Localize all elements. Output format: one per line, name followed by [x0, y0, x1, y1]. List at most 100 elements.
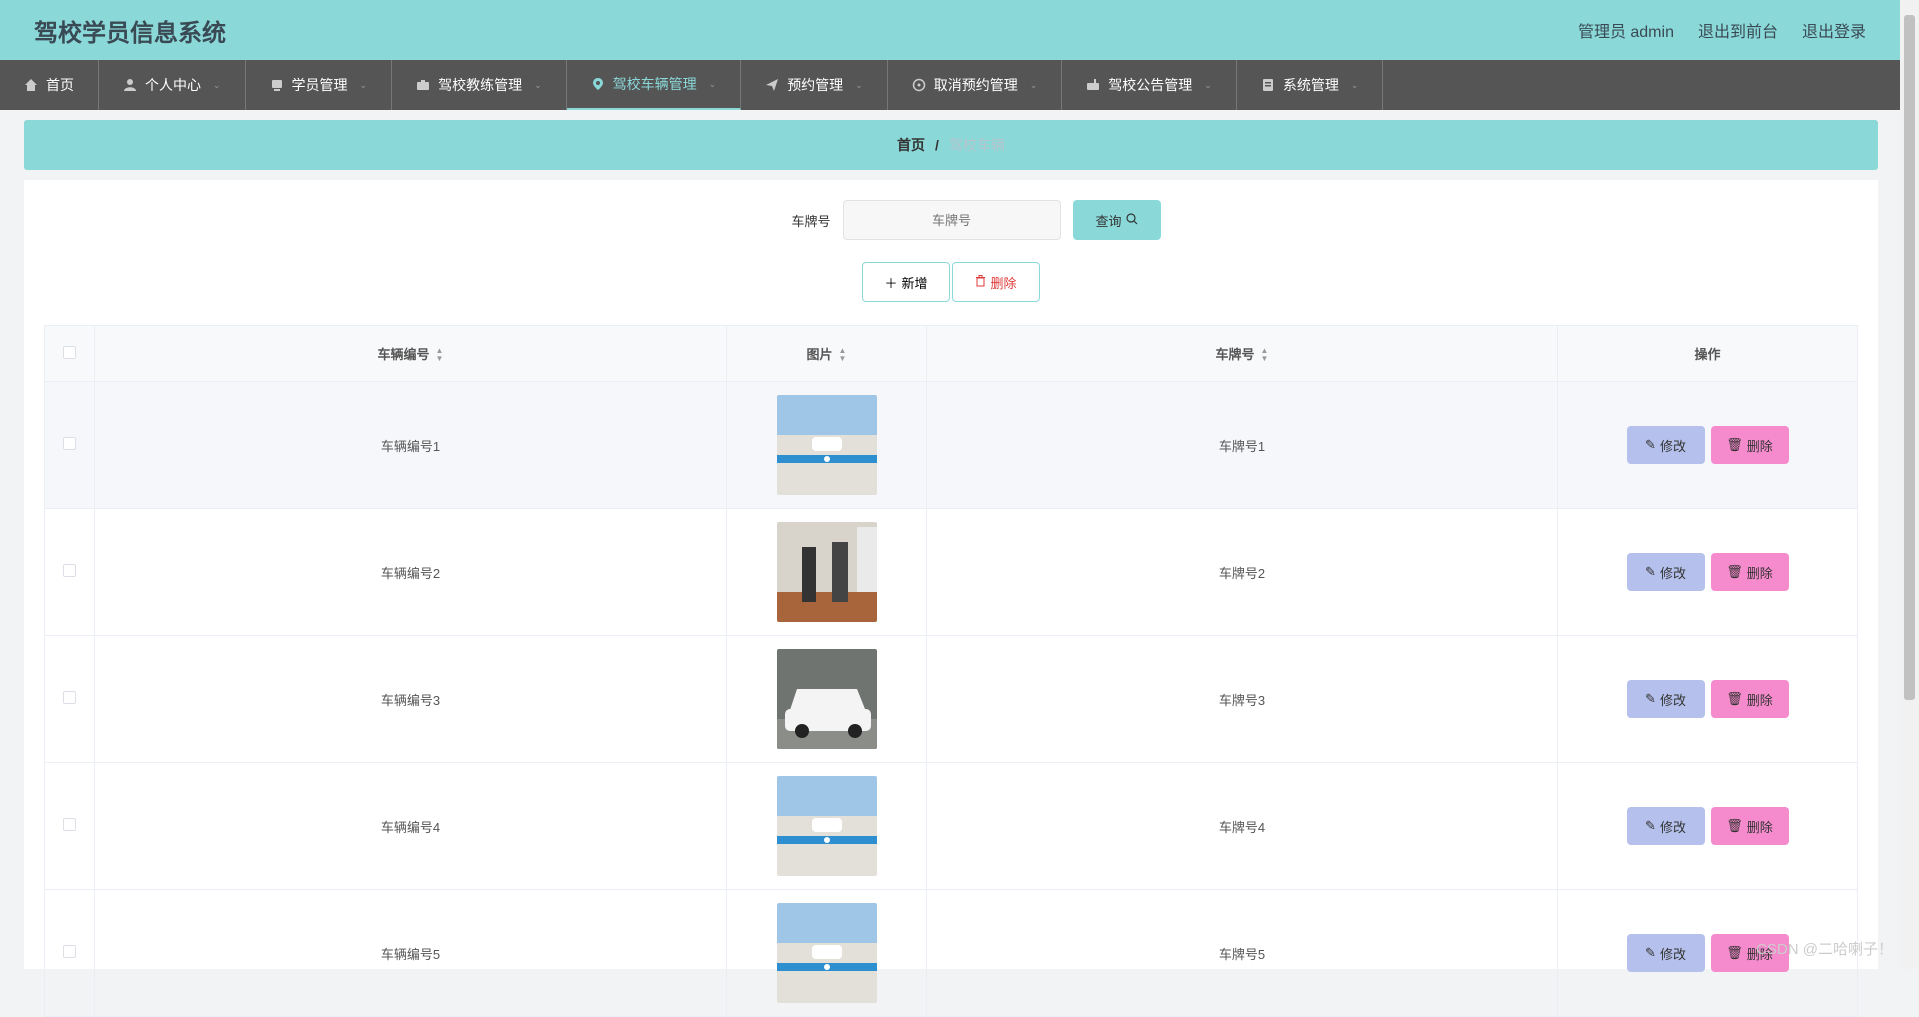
- edit-icon: ✎: [1645, 818, 1656, 833]
- table-row: 车辆编号4 车牌号4 ✎ 修改 🗑 删除: [44, 762, 1858, 890]
- plus-icon: ＋: [884, 275, 898, 291]
- edit-button[interactable]: ✎ 修改: [1626, 680, 1705, 718]
- trash-icon: 🗑: [1726, 818, 1743, 833]
- row-checkbox[interactable]: [63, 437, 76, 450]
- chevron-down-icon: ⌄: [359, 79, 368, 90]
- briefcase-icon: [416, 78, 430, 92]
- plate-cell: 车牌号5: [926, 889, 1558, 1017]
- row-checkbox[interactable]: [63, 691, 76, 704]
- sort-icon[interactable]: ▲ ▼: [436, 347, 444, 363]
- vehicle-image: [776, 903, 877, 1003]
- chevron-down-icon: ⌄: [1029, 79, 1038, 90]
- select-all-checkbox[interactable]: [63, 345, 76, 359]
- trash-icon: 🗑: [1726, 691, 1743, 706]
- edit-icon: ✎: [1645, 945, 1656, 960]
- system-icon: [1261, 78, 1275, 92]
- row-checkbox[interactable]: [63, 945, 76, 958]
- scrollbar-thumb[interactable]: [1904, 15, 1915, 700]
- delete-button[interactable]: 🗑 删除: [1710, 807, 1789, 845]
- vehicle-image: [776, 522, 877, 622]
- edit-button[interactable]: ✎ 修改: [1626, 934, 1705, 972]
- nav-item-coaches[interactable]: 驾校教练管理 ⌄: [392, 60, 567, 110]
- delete-button[interactable]: 🗑 删除: [1710, 553, 1789, 591]
- edit-icon: ✎: [1645, 437, 1656, 452]
- nav-item-label: 驾校教练管理: [438, 77, 523, 93]
- mailbox-icon: [1086, 78, 1100, 92]
- sort-icon[interactable]: ▲ ▼: [839, 347, 847, 363]
- column-header-image[interactable]: 图片 ▲ ▼: [726, 325, 927, 382]
- nav-item-label: 个人中心: [145, 77, 201, 93]
- chevron-down-icon: ⌄: [1350, 79, 1359, 90]
- plate-cell: 车牌号1: [926, 381, 1558, 509]
- vehicle-no-cell: 车辆编号4: [94, 762, 727, 890]
- nav-item-label: 驾校车辆管理: [612, 76, 697, 92]
- vehicle-no-cell: 车辆编号3: [94, 635, 727, 763]
- header-links: 管理员 admin 退出到前台 退出登录: [1578, 18, 1866, 42]
- watermark: CSDN @二哈喇子！: [1756, 941, 1893, 958]
- nav-item-cancel-reservations[interactable]: 取消预约管理 ⌄: [888, 60, 1063, 110]
- column-header-plate[interactable]: 车牌号 ▲ ▼: [926, 325, 1558, 382]
- nav-item-home[interactable]: 首页: [0, 60, 99, 110]
- table-row: 车辆编号5 车牌号5 ✎ 修改 🗑 删除: [44, 889, 1858, 1017]
- nav-item-personal[interactable]: 个人中心 ⌄: [99, 60, 246, 110]
- edit-button[interactable]: ✎ 修改: [1626, 426, 1705, 464]
- delete-button[interactable]: 🗑 删除: [1710, 426, 1789, 464]
- main-nav: 首页 个人中心 ⌄ 学员管理 ⌄ 驾校教练管理 ⌄ 驾校车辆管理 ⌄ 预约管理 …: [0, 60, 1900, 110]
- logout-link[interactable]: 退出登录: [1802, 18, 1866, 42]
- nav-item-students[interactable]: 学员管理 ⌄: [246, 60, 393, 110]
- content-panel: 车牌号 查询 ＋ 新增 删除 车辆编号▲▼ 图片▲▼ 车牌号▲▼ 操作: [24, 180, 1878, 1017]
- nav-item-label: 预约管理: [787, 77, 844, 93]
- trash-icon: 🗑: [1726, 945, 1743, 960]
- chevron-down-icon: ⌄: [855, 79, 863, 90]
- top-header: 驾校学员信息系统 管理员 admin 退出到前台 退出登录: [0, 0, 1900, 60]
- table-header-row: 车辆编号 ▲ ▼ 图片 ▲ ▼ 车牌号 ▲ ▼ 操作: [44, 325, 1858, 382]
- delete-button[interactable]: 🗑 删除: [1710, 680, 1789, 718]
- trash-icon: 🗑: [1726, 564, 1743, 579]
- nav-item-vehicles[interactable]: 驾校车辆管理 ⌄: [566, 60, 742, 110]
- nav-item-label: 学员管理: [291, 77, 348, 93]
- vertical-scrollbar[interactable]: [1900, 0, 1919, 969]
- nav-item-notices[interactable]: 驾校公告管理 ⌄: [1062, 60, 1237, 110]
- table-row: 车辆编号1 车牌号1 ✎ 修改 🗑 删除: [44, 381, 1858, 509]
- query-button[interactable]: 查询: [1072, 200, 1161, 240]
- breadcrumb: 首页 / 驾校车辆: [24, 120, 1878, 170]
- row-checkbox[interactable]: [63, 564, 76, 577]
- plate-search-label: 车牌号: [791, 213, 831, 229]
- plate-cell: 车牌号3: [926, 635, 1558, 763]
- chevron-down-icon: ⌄: [213, 79, 221, 90]
- edit-button[interactable]: ✎ 修改: [1626, 553, 1705, 591]
- app-title: 驾校学员信息系统: [34, 19, 226, 47]
- batch-delete-button[interactable]: 删除: [952, 262, 1040, 302]
- nav-item-label: 取消预约管理: [933, 77, 1018, 93]
- chevron-down-icon: ⌄: [1204, 79, 1212, 90]
- nav-item-reservations[interactable]: 预约管理 ⌄: [741, 60, 888, 110]
- breadcrumb-current: 驾校车辆: [948, 137, 1005, 153]
- nav-item-system[interactable]: 系统管理 ⌄: [1237, 60, 1384, 110]
- vehicle-image: [776, 776, 877, 876]
- query-button-label: 查询: [1095, 213, 1122, 229]
- edit-icon: ✎: [1645, 564, 1656, 579]
- location-icon: [591, 77, 605, 91]
- to-frontend-link[interactable]: 退出到前台: [1698, 18, 1778, 42]
- trash-icon: 🗑: [1726, 437, 1743, 452]
- chevron-down-icon: ⌄: [708, 78, 717, 89]
- vehicle-image: [776, 649, 877, 749]
- trash-icon: [975, 274, 986, 290]
- vehicle-no-cell: 车辆编号5: [94, 889, 727, 1017]
- table-row: 车辆编号2 车牌号2 ✎ 修改 🗑 删除: [44, 508, 1858, 636]
- sort-icon[interactable]: ▲ ▼: [1261, 347, 1269, 363]
- search-icon: [1125, 212, 1138, 228]
- vehicle-no-cell: 车辆编号2: [94, 508, 727, 636]
- row-checkbox[interactable]: [63, 818, 76, 831]
- breadcrumb-home[interactable]: 首页: [897, 135, 925, 155]
- add-button[interactable]: ＋ 新增: [862, 262, 950, 302]
- plate-search-input[interactable]: [842, 200, 1061, 240]
- column-header-actions: 操作: [1557, 325, 1858, 382]
- edit-button[interactable]: ✎ 修改: [1626, 807, 1705, 845]
- batch-delete-label: 删除: [990, 275, 1017, 291]
- select-all-cell: [44, 325, 95, 382]
- home-icon: [24, 78, 38, 92]
- cup-icon: [270, 78, 284, 92]
- nav-item-label: 首页: [46, 77, 74, 93]
- column-header-vehicle-no[interactable]: 车辆编号 ▲ ▼: [94, 325, 727, 382]
